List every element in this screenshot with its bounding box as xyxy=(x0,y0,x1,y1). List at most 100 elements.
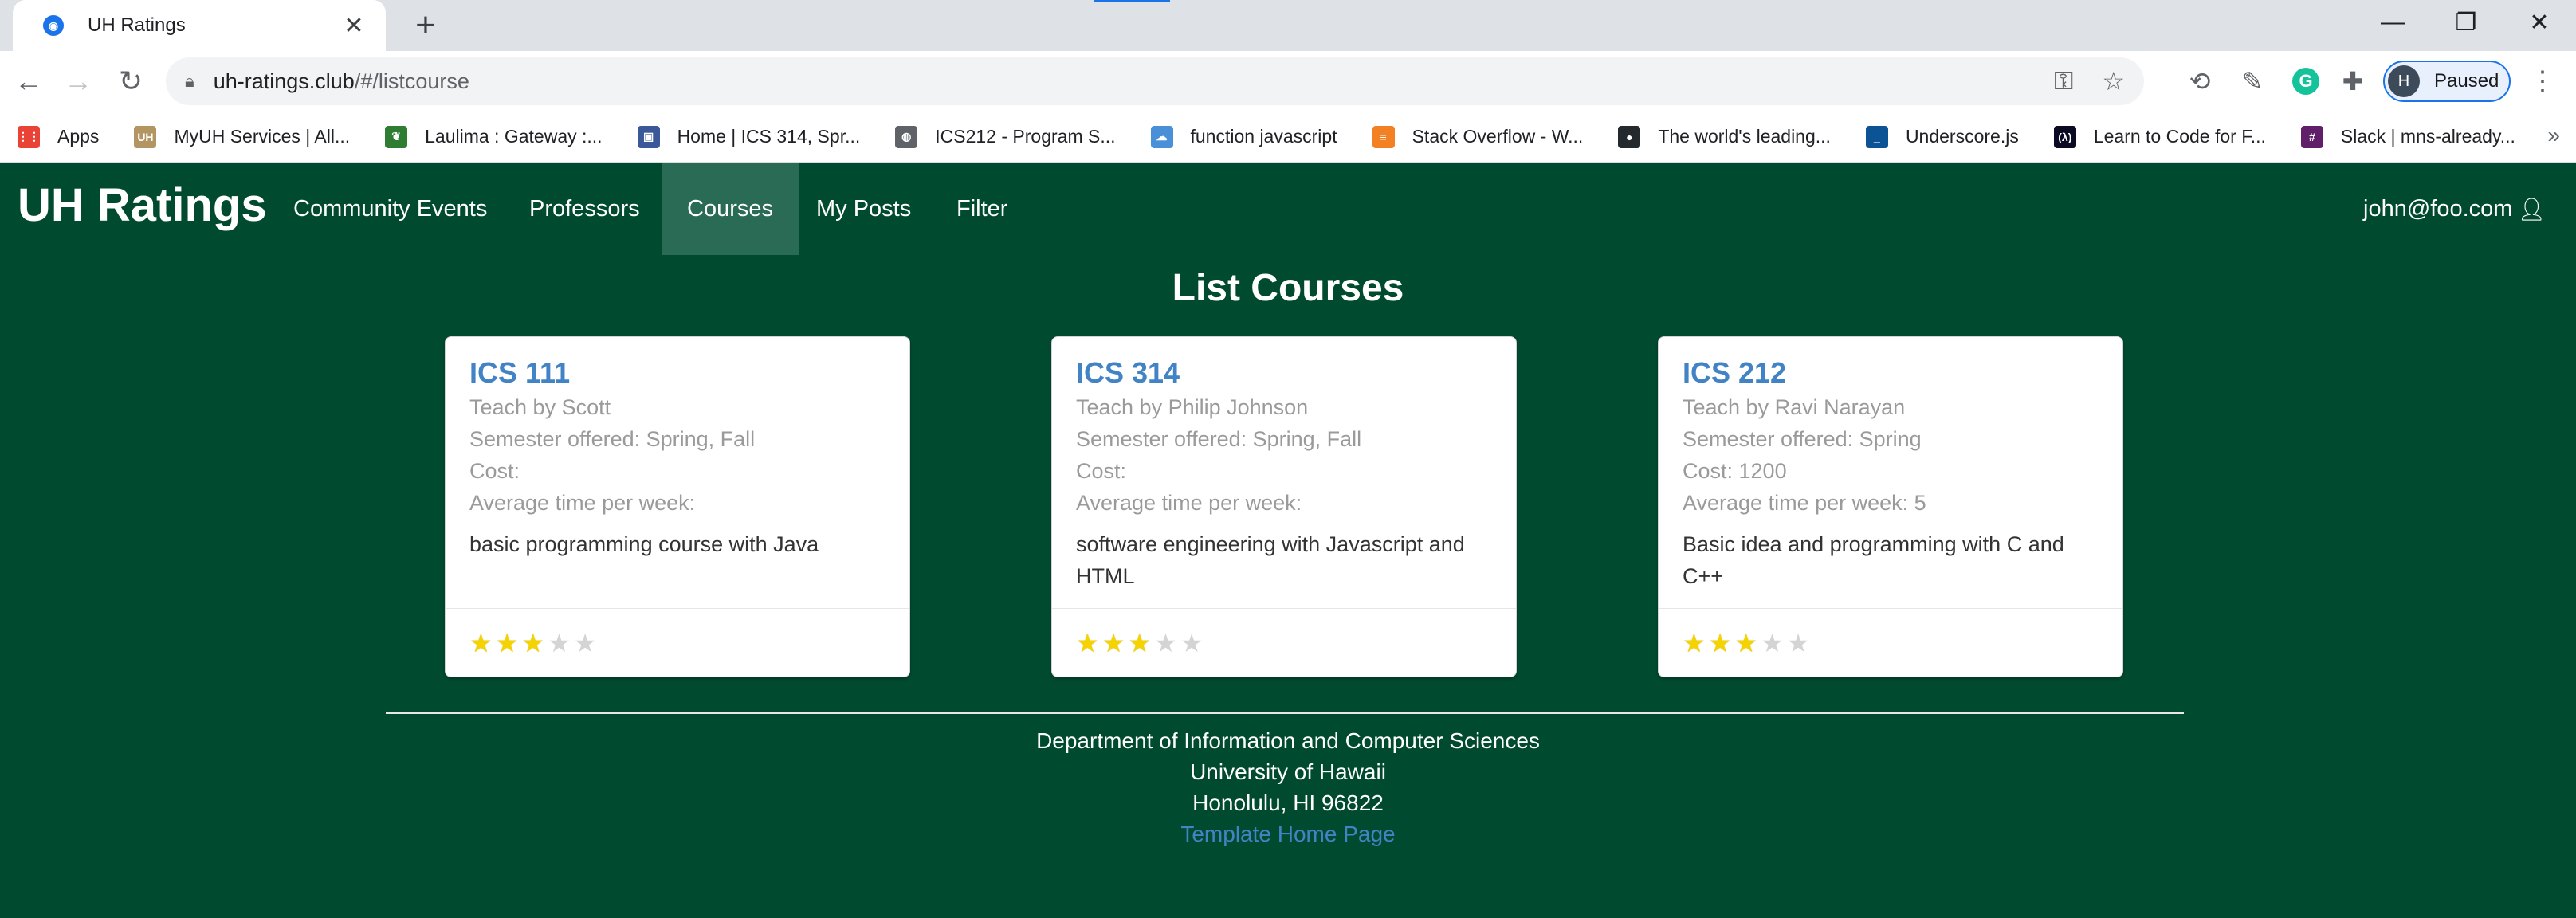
address-bar[interactable]: 🔒︎ uh-ratings.club/#/listcourse ⚿ ☆ xyxy=(166,57,2144,105)
bookmark-item[interactable]: ❦ Laulima : Gateway :... xyxy=(385,125,603,148)
star-icon[interactable]: ★ xyxy=(1709,630,1732,656)
new-tab-button[interactable]: + xyxy=(405,5,446,46)
bookmark-label: Learn to Code for F... xyxy=(2093,126,2266,147)
bookmark-item[interactable]: (λ) Learn to Code for F... xyxy=(2053,125,2266,148)
course-card[interactable]: ICS 314 Teach by Philip Johnson Semester o… xyxy=(1051,336,1517,677)
bookmark-label: ICS212 - Program S... xyxy=(935,126,1116,147)
star-icon[interactable]: ★ xyxy=(1076,630,1099,656)
bookmark-item[interactable]: UH MyUH Services | All... xyxy=(134,125,351,148)
nav-community-events[interactable]: Community Events xyxy=(268,163,512,255)
forward-button[interactable]: → xyxy=(59,62,97,100)
bookmark-label: Laulima : Gateway :... xyxy=(425,126,603,147)
history-extension-icon[interactable]: ⟲ xyxy=(2181,62,2219,100)
reload-button[interactable]: ↻ xyxy=(112,62,150,100)
user-icon: 👤︎ xyxy=(2517,196,2546,222)
bookmark-label: function javascript xyxy=(1190,126,1337,147)
course-teacher: Teach by Ravi Narayan xyxy=(1683,395,1906,419)
browser-menu-icon[interactable]: ⋮ xyxy=(2527,62,2558,100)
bookmark-item[interactable]: ◍ ICS212 - Program S... xyxy=(895,125,1116,148)
bookmark-item[interactable]: ● The world's leading... xyxy=(1618,125,1831,148)
bookmark-item[interactable]: ≡ Stack Overflow - W... xyxy=(1372,125,1583,148)
course-title[interactable]: ICS 111 xyxy=(469,355,886,391)
nav-filter[interactable]: Filter xyxy=(931,163,1033,255)
course-cost: Cost: xyxy=(469,459,520,483)
course-rating[interactable]: ★ ★ ★ ★ ★ xyxy=(1052,608,1516,677)
url-text[interactable]: uh-ratings.club/#/listcourse xyxy=(214,69,2025,94)
star-icon[interactable]: ★ xyxy=(1128,630,1151,656)
star-icon[interactable]: ★ xyxy=(469,630,493,656)
nav-courses[interactable]: Courses xyxy=(662,163,799,255)
key-icon[interactable]: ⚿ xyxy=(2054,66,2073,96)
course-rating[interactable]: ★ ★ ★ ★ ★ xyxy=(446,608,909,677)
card-content: ICS 111 Teach by Scott Semester offered: S… xyxy=(446,337,909,610)
course-teacher: Teach by Scott xyxy=(469,395,611,419)
star-icon[interactable]: ★ xyxy=(574,630,597,656)
bookmark-star-icon[interactable]: ☆ xyxy=(2102,66,2125,96)
course-description: software engineering with Javascript and… xyxy=(1076,532,1465,588)
loading-indicator xyxy=(1094,0,1170,2)
site-brand[interactable]: UH Ratings xyxy=(18,178,267,232)
bookmark-label: The world's leading... xyxy=(1658,126,1831,147)
user-menu[interactable]: john@foo.com 👤︎ xyxy=(2363,163,2546,255)
star-icon[interactable]: ★ xyxy=(1102,630,1125,656)
profile-button[interactable]: H Paused xyxy=(2383,61,2511,102)
extensions-puzzle-icon[interactable]: ✚ xyxy=(2334,62,2372,100)
footer-divider xyxy=(386,712,2184,714)
bookmark-item[interactable]: ▣ Home | ICS 314, Spr... xyxy=(637,125,861,148)
star-icon[interactable]: ★ xyxy=(1734,630,1757,656)
browser-toolbar: ← → ↻ 🔒︎ uh-ratings.club/#/listcourse ⚿ … xyxy=(0,51,2576,112)
star-icon[interactable]: ★ xyxy=(496,630,519,656)
nav-professors[interactable]: Professors xyxy=(504,163,666,255)
apps-grid-icon: ⋮⋮ xyxy=(18,125,40,148)
course-time: Average time per week: 5 xyxy=(1683,491,1926,515)
bookmark-item[interactable]: ⋮⋮ Apps xyxy=(18,125,99,148)
tab-close-icon[interactable]: ✕ xyxy=(338,12,370,40)
page-title: List Courses xyxy=(1172,267,1404,309)
bookmark-item[interactable]: _ Underscore.js xyxy=(1865,125,2019,148)
lock-icon: 🔒︎ xyxy=(185,71,194,91)
site-favicon-icon: ◉ xyxy=(43,15,64,36)
course-description: Basic idea and programming with C and C+… xyxy=(1683,532,2064,588)
grammarly-extension-icon[interactable]: G xyxy=(2292,68,2319,95)
back-button[interactable]: ← xyxy=(10,62,48,100)
github-icon: ● xyxy=(1618,125,1641,148)
browser-tab-strip: ◉ UH Ratings ✕ + — ❐ ✕ xyxy=(0,0,2576,51)
course-semester: Semester offered: Spring, Fall xyxy=(469,427,756,451)
uh-icon: UH xyxy=(134,125,157,148)
star-icon[interactable]: ★ xyxy=(1787,630,1810,656)
profile-status: Paused xyxy=(2434,70,2499,92)
bookmarks-overflow-icon[interactable]: » xyxy=(2547,123,2560,148)
bookmark-item[interactable]: # Slack | mns-already... xyxy=(2300,125,2515,148)
minimize-window-button[interactable]: — xyxy=(2356,0,2429,45)
course-rating[interactable]: ★ ★ ★ ★ ★ xyxy=(1659,608,2122,677)
star-icon[interactable]: ★ xyxy=(1761,630,1784,656)
close-window-button[interactable]: ✕ xyxy=(2503,0,2576,45)
restore-window-button[interactable]: ❐ xyxy=(2429,0,2503,45)
cloud-icon: ☁ xyxy=(1150,125,1173,148)
bookmark-item[interactable]: ☁ function javascript xyxy=(1150,125,1337,148)
browser-tab[interactable]: ◉ UH Ratings ✕ xyxy=(13,0,386,51)
avatar: H xyxy=(2388,65,2420,97)
course-time: Average time per week: xyxy=(469,491,696,515)
star-icon[interactable]: ★ xyxy=(548,630,571,656)
course-card[interactable]: ICS 111 Teach by Scott Semester offered: S… xyxy=(445,336,910,677)
card-content: ICS 314 Teach by Philip Johnson Semester o… xyxy=(1052,337,1516,610)
star-icon[interactable]: ★ xyxy=(1683,630,1706,656)
template-home-link[interactable]: Template Home Page xyxy=(0,818,2576,849)
eyedropper-extension-icon[interactable]: ✎ xyxy=(2233,62,2272,100)
star-icon[interactable]: ★ xyxy=(1180,630,1204,656)
bookmark-label: Home | ICS 314, Spr... xyxy=(677,126,861,147)
bookmark-label: MyUH Services | All... xyxy=(174,126,351,147)
course-card[interactable]: ICS 212 Teach by Ravi Narayan Semester off… xyxy=(1658,336,2123,677)
star-icon[interactable]: ★ xyxy=(521,630,544,656)
star-icon[interactable]: ★ xyxy=(1154,630,1177,656)
course-time: Average time per week: xyxy=(1076,491,1302,515)
bookmarks-bar: ⋮⋮ Apps UH MyUH Services | All... ❦ Laulima :… xyxy=(0,112,2576,163)
nav-my-posts[interactable]: My Posts xyxy=(791,163,937,255)
course-title[interactable]: ICS 314 xyxy=(1076,355,1492,391)
user-email: john@foo.com xyxy=(2363,195,2513,222)
bookmark-label: Slack | mns-already... xyxy=(2340,126,2515,147)
underscore-icon: _ xyxy=(1865,125,1888,148)
course-cost: Cost: xyxy=(1076,459,1127,483)
course-title[interactable]: ICS 212 xyxy=(1683,355,2099,391)
